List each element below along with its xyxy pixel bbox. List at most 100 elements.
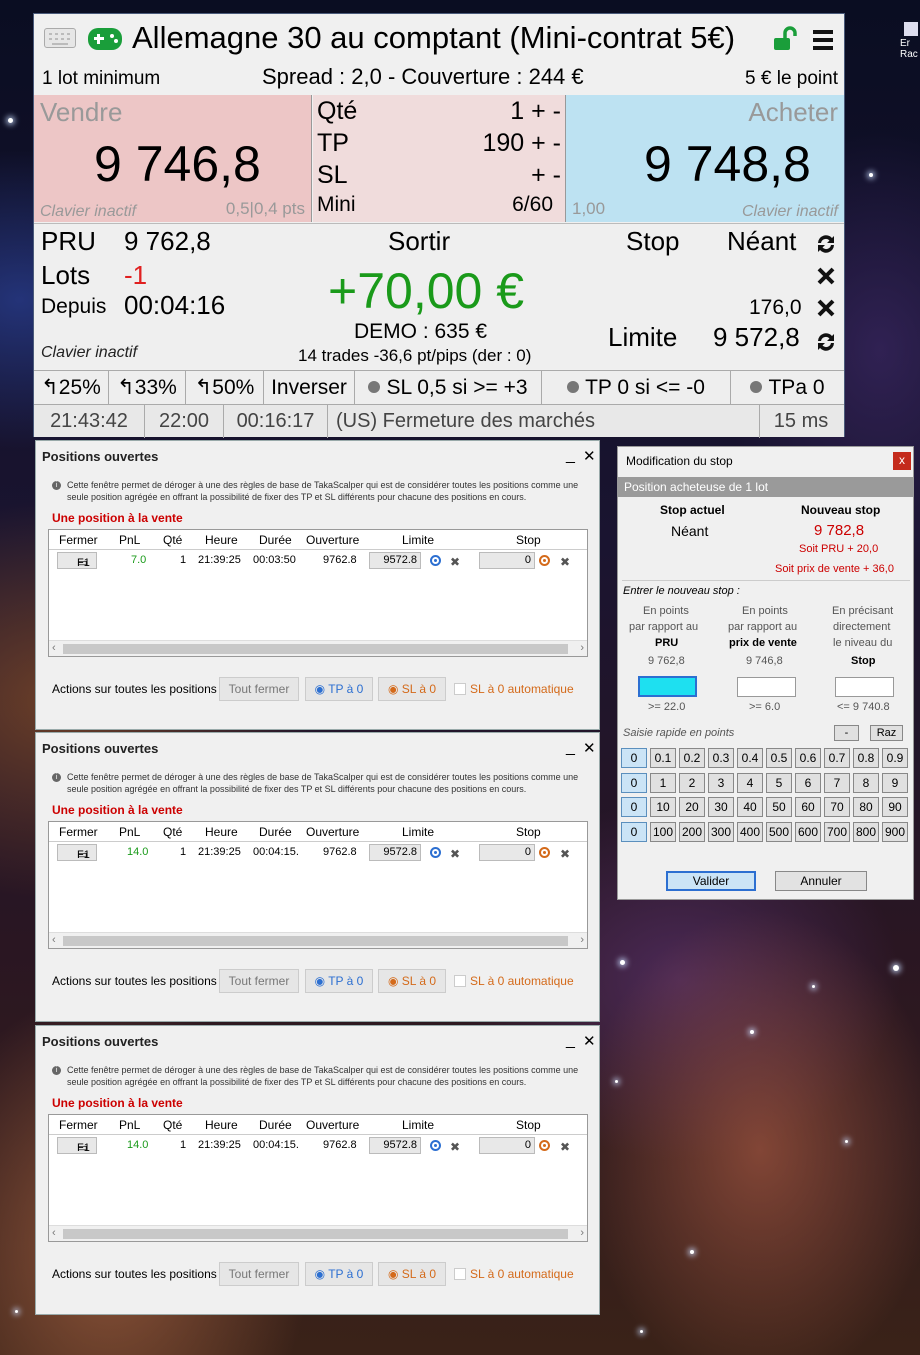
keypad-key[interactable]: 7 bbox=[824, 773, 850, 793]
target-icon[interactable] bbox=[430, 1140, 441, 1151]
keypad-key[interactable]: 400 bbox=[737, 822, 763, 842]
cancel-button[interactable]: Annuler bbox=[775, 871, 867, 891]
minimize-button[interactable]: _ bbox=[566, 447, 575, 465]
refresh-limit-icon[interactable] bbox=[814, 330, 838, 354]
buy-panel[interactable]: Acheter 9 748,8 1,00 Clavier inactif bbox=[565, 95, 844, 222]
keypad-key[interactable]: 1 bbox=[650, 773, 676, 793]
clear-limit-icon[interactable]: ✖ bbox=[447, 1139, 463, 1156]
target-icon[interactable] bbox=[430, 847, 441, 858]
auto-sl-checkbox[interactable] bbox=[454, 975, 466, 987]
exit-label[interactable]: Sortir bbox=[388, 226, 450, 257]
keypad-key[interactable]: 700 bbox=[824, 822, 850, 842]
reverse-button[interactable]: Inverser bbox=[264, 371, 355, 405]
close-position-button[interactable]: ▭ F1 bbox=[57, 1137, 97, 1154]
keypad-key[interactable]: 0.2 bbox=[679, 748, 705, 768]
keypad-key[interactable]: 0.3 bbox=[708, 748, 734, 768]
keypad-key[interactable]: 6 bbox=[795, 773, 821, 793]
stop-level-input[interactable] bbox=[835, 677, 894, 697]
clear-stop-icon[interactable]: ✖ bbox=[557, 1139, 573, 1156]
minus-button[interactable]: - bbox=[834, 725, 859, 741]
close-all-button[interactable]: Tout fermer bbox=[219, 969, 299, 993]
tp-zero-button[interactable]: ◉ TP à 0 bbox=[305, 1262, 373, 1286]
keypad-key[interactable]: 0.1 bbox=[650, 748, 676, 768]
keypad-key[interactable]: 900 bbox=[882, 822, 908, 842]
gamepad-icon[interactable] bbox=[88, 28, 122, 50]
keypad-key[interactable]: 8 bbox=[853, 773, 879, 793]
keypad-key[interactable]: 50 bbox=[766, 797, 792, 817]
horizontal-scrollbar[interactable]: ‹ › bbox=[49, 640, 587, 656]
keypad-key[interactable]: 90 bbox=[882, 797, 908, 817]
row-limit-input[interactable]: 9572.8 bbox=[369, 552, 421, 569]
tp-zero-button[interactable]: ◉ TP à 0 bbox=[305, 677, 373, 701]
row-stop-input[interactable]: 0 bbox=[479, 1137, 535, 1154]
keypad-key[interactable]: 20 bbox=[679, 797, 705, 817]
target-icon[interactable] bbox=[539, 555, 550, 566]
hamburger-menu-icon[interactable] bbox=[813, 30, 833, 52]
buy-price[interactable]: 9 748,8 bbox=[644, 135, 811, 193]
keypad-key[interactable]: 0 bbox=[621, 822, 647, 842]
close-33-button[interactable]: ↰33% bbox=[109, 371, 186, 405]
close-position-button[interactable]: ▭ F1 bbox=[57, 844, 97, 861]
stop-value[interactable]: Néant bbox=[727, 226, 796, 257]
close-position-button[interactable]: ▭ F1 bbox=[57, 552, 97, 569]
keypad-key[interactable]: 0.8 bbox=[853, 748, 879, 768]
close-all-button[interactable]: Tout fermer bbox=[219, 677, 299, 701]
pru-points-input[interactable] bbox=[638, 676, 697, 697]
keypad-key[interactable]: 0 bbox=[621, 797, 647, 817]
keypad-key[interactable]: 30 bbox=[708, 797, 734, 817]
keypad-key[interactable]: 200 bbox=[679, 822, 705, 842]
keypad-key[interactable]: 0.6 bbox=[795, 748, 821, 768]
pnl-value[interactable]: +70,00 € bbox=[328, 262, 524, 320]
limit-value[interactable]: 9 572,8 bbox=[713, 322, 800, 353]
refresh-stop-icon[interactable] bbox=[814, 232, 838, 256]
clear-limit-icon[interactable]: ✖ bbox=[447, 554, 463, 571]
unlock-icon[interactable] bbox=[772, 26, 798, 52]
keypad-key[interactable]: 5 bbox=[766, 773, 792, 793]
keypad-key[interactable]: 300 bbox=[708, 822, 734, 842]
close-all-button[interactable]: Tout fermer bbox=[219, 1262, 299, 1286]
tp-breakeven-toggle[interactable]: TP 0 si <= -0 bbox=[542, 371, 731, 405]
close-button[interactable]: ✕ bbox=[583, 447, 596, 465]
target-icon[interactable] bbox=[539, 847, 550, 858]
keypad-key[interactable]: 500 bbox=[766, 822, 792, 842]
row-stop-input[interactable]: 0 bbox=[479, 552, 535, 569]
keypad-key[interactable]: 0 bbox=[621, 773, 647, 793]
keypad-key[interactable]: 2 bbox=[679, 773, 705, 793]
target-icon[interactable] bbox=[430, 555, 441, 566]
keypad-key[interactable]: 0.4 bbox=[737, 748, 763, 768]
sl-zero-button[interactable]: ◉ SL à 0 bbox=[378, 969, 446, 993]
close-button[interactable]: ✕ bbox=[583, 1032, 596, 1050]
keypad-key[interactable]: 800 bbox=[853, 822, 879, 842]
clear-stop-icon[interactable]: ✖ bbox=[557, 554, 573, 571]
keyboard-icon[interactable] bbox=[44, 28, 76, 48]
close-button[interactable]: ✕ bbox=[583, 739, 596, 757]
clear-limit-icon[interactable]: ✖ bbox=[447, 846, 463, 863]
dialog-close-button[interactable]: x bbox=[893, 452, 911, 470]
keypad-key[interactable]: 4 bbox=[737, 773, 763, 793]
sell-price[interactable]: 9 746,8 bbox=[94, 135, 261, 193]
sl-breakeven-toggle[interactable]: SL 0,5 si >= +3 bbox=[355, 371, 542, 405]
sl-zero-button[interactable]: ◉ SL à 0 bbox=[378, 1262, 446, 1286]
qty-stepper[interactable]: + - bbox=[531, 97, 561, 125]
tp-stepper[interactable]: + - bbox=[531, 129, 561, 157]
keypad-key[interactable]: 40 bbox=[737, 797, 763, 817]
close-50-button[interactable]: ↰50% bbox=[186, 371, 264, 405]
auto-sl-checkbox[interactable] bbox=[454, 683, 466, 695]
keypad-key[interactable]: 60 bbox=[795, 797, 821, 817]
tpa-toggle[interactable]: TPa 0 bbox=[731, 371, 844, 405]
keypad-key[interactable]: 600 bbox=[795, 822, 821, 842]
keypad-key[interactable]: 70 bbox=[824, 797, 850, 817]
keypad-key[interactable]: 100 bbox=[650, 822, 676, 842]
minimize-button[interactable]: _ bbox=[566, 739, 575, 757]
keypad-key[interactable]: 10 bbox=[650, 797, 676, 817]
desktop-shortcut[interactable]: Er Rac bbox=[900, 18, 920, 73]
keypad-key[interactable]: 0.7 bbox=[824, 748, 850, 768]
close-25-button[interactable]: ↰25% bbox=[34, 371, 109, 405]
keypad-key[interactable]: 0.5 bbox=[766, 748, 792, 768]
horizontal-scrollbar[interactable]: ‹ › bbox=[49, 932, 587, 948]
sell-panel[interactable]: Vendre 9 746,8 Clavier inactif 0,5|0,4 p… bbox=[34, 95, 312, 222]
row-limit-input[interactable]: 9572.8 bbox=[369, 844, 421, 861]
row-limit-input[interactable]: 9572.8 bbox=[369, 1137, 421, 1154]
keypad-key[interactable]: 80 bbox=[853, 797, 879, 817]
auto-sl-checkbox[interactable] bbox=[454, 1268, 466, 1280]
